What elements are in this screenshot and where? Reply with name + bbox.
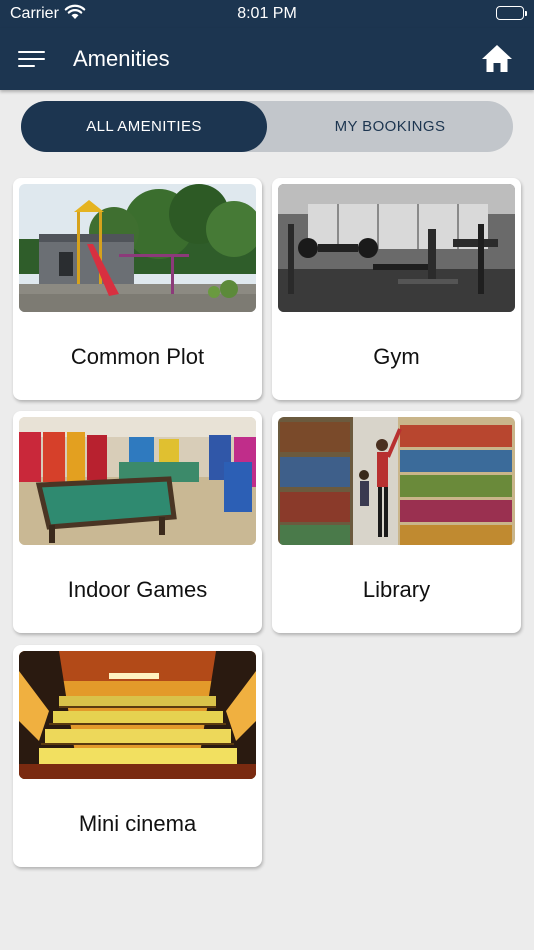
- menu-icon[interactable]: [18, 48, 46, 70]
- playground-photo: [19, 184, 256, 312]
- cinema-photo: [19, 651, 256, 779]
- battery-icon: [496, 6, 527, 20]
- amenity-card-gym[interactable]: Gym: [272, 178, 521, 400]
- home-icon[interactable]: [480, 42, 514, 76]
- amenity-name: Indoor Games: [67, 577, 208, 602]
- amenity-name: Mini cinema: [78, 811, 197, 836]
- page-title: Amenities: [73, 46, 170, 71]
- gym-photo: [278, 184, 515, 312]
- amenity-name: Common Plot: [70, 344, 205, 369]
- clock: 8:01 PM: [237, 5, 297, 22]
- status-bar: Carrier 8:01 PM: [0, 0, 534, 28]
- tab-my-bookings[interactable]: MY BOOKINGS: [267, 101, 513, 152]
- amenity-name: Gym: [373, 344, 420, 369]
- amenity-name: Library: [362, 577, 431, 602]
- amenity-card-library[interactable]: Library: [272, 411, 521, 633]
- library-photo: [278, 417, 515, 545]
- amenity-card-common-plot[interactable]: Common Plot: [13, 178, 262, 400]
- tab-all-amenities[interactable]: ALL AMENITIES: [21, 101, 267, 152]
- amenity-card-indoor-games[interactable]: Indoor Games: [13, 411, 262, 633]
- amenity-card-mini-cinema[interactable]: Mini cinema: [13, 645, 262, 867]
- segmented-control: ALL AMENITIES MY BOOKINGS: [21, 101, 513, 152]
- arcade-photo: [19, 417, 256, 545]
- nav-bar: Amenities: [0, 28, 534, 90]
